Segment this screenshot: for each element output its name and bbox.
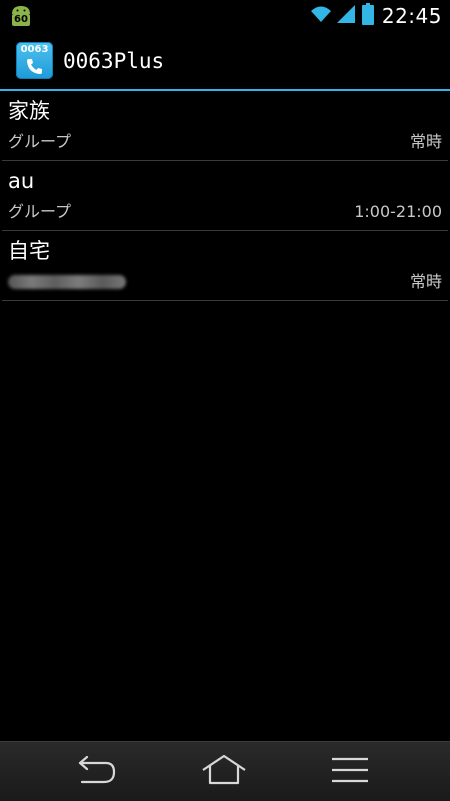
action-bar: 0063 0063Plus <box>0 32 450 91</box>
app-icon-label: 0063 <box>20 44 49 55</box>
list-item-title: 家族 <box>8 99 50 123</box>
app-title: 0063Plus <box>63 49 165 73</box>
contact-group-list: 家族 グループ 常時 au グループ 1:00-21:00 自宅 常時 <box>0 91 450 301</box>
list-item-schedule: 常時 <box>409 272 442 291</box>
app-icon[interactable]: 0063 <box>16 42 53 79</box>
list-item-title: 自宅 <box>8 239 50 263</box>
list-item-subtitle: グループ <box>8 202 72 221</box>
phone-icon <box>25 57 44 76</box>
notification-badge-text: 60 <box>14 14 28 25</box>
home-icon <box>200 754 248 790</box>
wifi-icon <box>310 5 332 27</box>
status-time: 22:45 <box>381 4 442 28</box>
battery-icon <box>361 3 374 29</box>
navigation-bar <box>0 741 450 801</box>
list-item-schedule: 1:00-21:00 <box>354 202 442 221</box>
list-item-subtitle: グループ <box>8 132 72 151</box>
list-item[interactable]: au グループ 1:00-21:00 <box>2 161 448 231</box>
list-item-schedule: 常時 <box>409 132 442 151</box>
back-icon <box>74 755 118 789</box>
list-item[interactable]: 家族 グループ 常時 <box>2 91 448 161</box>
home-button[interactable] <box>200 754 248 790</box>
menu-icon <box>328 755 372 789</box>
list-item[interactable]: 自宅 常時 <box>2 231 448 301</box>
list-item-title: au <box>8 169 35 193</box>
back-button[interactable] <box>72 754 120 790</box>
status-bar: 60 22:45 <box>0 0 450 32</box>
menu-button[interactable] <box>326 754 374 790</box>
status-icons: 22:45 <box>310 0 450 32</box>
signal-icon <box>336 4 356 28</box>
android-notification-icon[interactable]: 60 <box>10 4 32 28</box>
blurred-phone-number <box>8 275 126 289</box>
